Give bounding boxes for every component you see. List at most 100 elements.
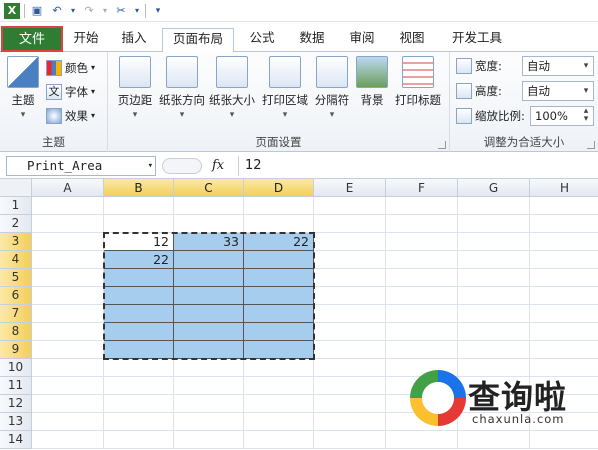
cell-c9[interactable] xyxy=(174,341,244,359)
cell-g7[interactable] xyxy=(458,305,530,323)
cell-d11[interactable] xyxy=(244,377,314,395)
cell-d12[interactable] xyxy=(244,395,314,413)
tab-developer[interactable]: 开发工具 xyxy=(446,28,508,52)
cell-c7[interactable] xyxy=(174,305,244,323)
cell-h4[interactable] xyxy=(530,251,598,269)
cell-a11[interactable] xyxy=(32,377,104,395)
tab-data[interactable]: 数据 xyxy=(292,28,332,52)
row-header-10[interactable]: 10 xyxy=(0,359,32,377)
cell-d5[interactable] xyxy=(244,269,314,287)
margins-button[interactable]: 页边距 ▾ xyxy=(114,56,156,130)
cell-a8[interactable] xyxy=(32,323,104,341)
background-button[interactable]: 背景 xyxy=(354,56,390,130)
row-header-3[interactable]: 3 xyxy=(0,233,32,251)
formula-input[interactable]: 12 xyxy=(238,156,598,176)
cell-e8[interactable] xyxy=(314,323,386,341)
cell-d13[interactable] xyxy=(244,413,314,431)
cell-g6[interactable] xyxy=(458,287,530,305)
row-header-5[interactable]: 5 xyxy=(0,269,32,287)
cell-c11[interactable] xyxy=(174,377,244,395)
tab-insert[interactable]: 插入 xyxy=(114,28,154,52)
cell-a7[interactable] xyxy=(32,305,104,323)
cell-b2[interactable] xyxy=(104,215,174,233)
cell-e2[interactable] xyxy=(314,215,386,233)
cell-h2[interactable] xyxy=(530,215,598,233)
cell-g5[interactable] xyxy=(458,269,530,287)
cell-h7[interactable] xyxy=(530,305,598,323)
cell-a2[interactable] xyxy=(32,215,104,233)
fonts-button[interactable]: 文 字体 ▾ xyxy=(46,82,95,102)
cell-b3[interactable]: 12 xyxy=(104,233,174,251)
cell-c6[interactable] xyxy=(174,287,244,305)
cell-d3[interactable]: 22 xyxy=(244,233,314,251)
row-header-11[interactable]: 11 xyxy=(0,377,32,395)
customize-qat-icon[interactable]: ▾ xyxy=(150,3,166,19)
save-icon[interactable]: ▣ xyxy=(29,3,45,19)
cell-c14[interactable] xyxy=(174,431,244,449)
row-header-14[interactable]: 14 xyxy=(0,431,32,449)
print-titles-button[interactable]: 打印标题 xyxy=(392,56,444,130)
tab-home[interactable]: 开始 xyxy=(66,28,106,52)
row-header-6[interactable]: 6 xyxy=(0,287,32,305)
formula-bar-resize-icon[interactable] xyxy=(162,158,202,174)
cell-c3[interactable]: 33 xyxy=(174,233,244,251)
cell-b14[interactable] xyxy=(104,431,174,449)
width-select[interactable]: 自动 ▾ xyxy=(522,56,594,76)
cell-g1[interactable] xyxy=(458,197,530,215)
cell-a1[interactable] xyxy=(32,197,104,215)
cell-d8[interactable] xyxy=(244,323,314,341)
breaks-button[interactable]: 分隔符 ▾ xyxy=(312,56,352,130)
cell-c1[interactable] xyxy=(174,197,244,215)
row-header-1[interactable]: 1 xyxy=(0,197,32,215)
cell-h6[interactable] xyxy=(530,287,598,305)
themes-button[interactable]: 主题 ▾ xyxy=(2,56,44,130)
cell-b1[interactable] xyxy=(104,197,174,215)
cell-g2[interactable] xyxy=(458,215,530,233)
cell-a6[interactable] xyxy=(32,287,104,305)
tab-review[interactable]: 审阅 xyxy=(342,28,382,52)
row-header-2[interactable]: 2 xyxy=(0,215,32,233)
name-box[interactable]: Print_Area ▾ xyxy=(6,156,156,176)
cell-e11[interactable] xyxy=(314,377,386,395)
row-header-7[interactable]: 7 xyxy=(0,305,32,323)
cell-h1[interactable] xyxy=(530,197,598,215)
cell-b4[interactable]: 22 xyxy=(104,251,174,269)
cell-f6[interactable] xyxy=(386,287,458,305)
cell-a4[interactable] xyxy=(32,251,104,269)
cell-d10[interactable] xyxy=(244,359,314,377)
redo-icon[interactable]: ↷ xyxy=(81,3,97,19)
select-all-corner[interactable] xyxy=(0,179,32,197)
cell-e1[interactable] xyxy=(314,197,386,215)
cell-b7[interactable] xyxy=(104,305,174,323)
cell-f2[interactable] xyxy=(386,215,458,233)
cell-d7[interactable] xyxy=(244,305,314,323)
column-header-a[interactable]: A xyxy=(32,179,104,197)
cell-d14[interactable] xyxy=(244,431,314,449)
cell-c2[interactable] xyxy=(174,215,244,233)
cell-b10[interactable] xyxy=(104,359,174,377)
cell-e3[interactable] xyxy=(314,233,386,251)
dropdown-icon[interactable]: ▾ xyxy=(69,3,77,19)
column-header-g[interactable]: G xyxy=(458,179,530,197)
cell-c12[interactable] xyxy=(174,395,244,413)
column-header-e[interactable]: E xyxy=(314,179,386,197)
cell-h14[interactable] xyxy=(530,431,598,449)
cell-e10[interactable] xyxy=(314,359,386,377)
cell-e4[interactable] xyxy=(314,251,386,269)
cell-d2[interactable] xyxy=(244,215,314,233)
height-select[interactable]: 自动 ▾ xyxy=(522,81,594,101)
undo-icon[interactable]: ↶ xyxy=(49,3,65,19)
tab-view[interactable]: 视图 xyxy=(392,28,432,52)
tab-file[interactable]: 文件 xyxy=(1,26,63,52)
print-area-button[interactable]: 打印区域 ▾ xyxy=(260,56,310,130)
cell-h9[interactable] xyxy=(530,341,598,359)
cell-d9[interactable] xyxy=(244,341,314,359)
dropdown-icon[interactable]: ▾ xyxy=(101,3,109,19)
row-header-13[interactable]: 13 xyxy=(0,413,32,431)
page-setup-launcher-icon[interactable] xyxy=(438,141,446,149)
effects-button[interactable]: 效果 ▾ xyxy=(46,106,95,126)
cell-a13[interactable] xyxy=(32,413,104,431)
cell-d6[interactable] xyxy=(244,287,314,305)
cell-e6[interactable] xyxy=(314,287,386,305)
orientation-button[interactable]: 纸张方向 ▾ xyxy=(158,56,206,130)
